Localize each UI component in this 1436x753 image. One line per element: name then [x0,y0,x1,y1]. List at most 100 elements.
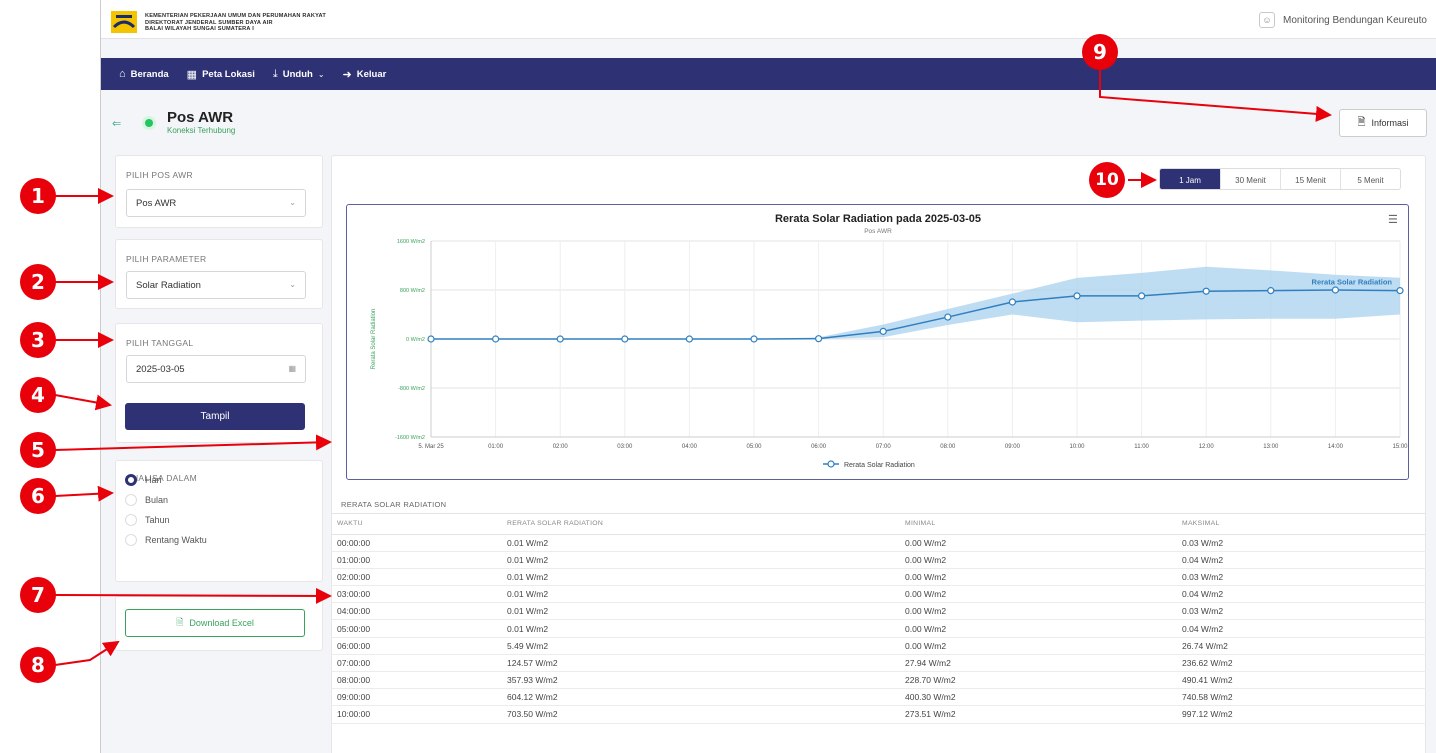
page-title: Pos AWR [167,109,234,126]
user-menu[interactable]: ☺ Monitoring Bendungan Keureuto [1259,12,1427,28]
data-point [1396,287,1404,295]
table-row: 08:00:00 357.93 W/m2 228.70 W/m2 490.41 W/m… [331,671,1426,690]
radio-button[interactable] [125,514,137,526]
table-cell: 997.12 W/m2 [1176,705,1426,724]
table-header-row: WAKTU RERATA SOLAR RADIATION MINIMAL MAK… [331,514,1426,535]
informasi-label: Informasi [1371,118,1409,128]
nav-peta-lokasi[interactable]: ▦ Peta Lokasi [187,68,255,81]
hamburger-menu-icon[interactable]: ☰ [1388,213,1398,226]
download-icon: ⤓ [272,67,278,80]
data-point [1202,287,1210,295]
calendar-icon: ▦ [288,364,296,373]
user-label: Monitoring Bendungan Keureuto [1283,14,1427,26]
y-axis-label: Rerata Solar Radiation [371,309,377,370]
table-cell: 0.00 W/m2 [899,602,1176,621]
table-cell: 07:00:00 [331,654,501,673]
radio-bulan[interactable]: Bulan [125,494,168,506]
radio-label: Rentang Waktu [145,535,207,545]
nav-keluar[interactable]: ➜ Keluar [343,68,387,81]
table-cell: 27.94 W/m2 [899,654,1176,673]
data-point [685,335,693,343]
legend-marker [827,460,835,468]
radio-hari[interactable]: Hari [125,474,162,486]
data-point [815,335,823,343]
x-tick-label: 5. Mar 25 [418,444,444,450]
data-point [879,327,887,335]
table-cell: 0.01 W/m2 [501,568,899,587]
table-cell: 490.41 W/m2 [1176,671,1426,690]
table-cell: 05:00:00 [331,619,501,638]
column-header: RERATA SOLAR RADIATION [501,514,899,535]
date-value: 2025-03-05 [136,364,185,375]
chevron-down-icon: ⌄ [317,69,325,79]
chart-panel: Rerata Solar Radiation pada 2025-03-05 Po… [346,204,1409,480]
x-tick-label: 10:00 [1069,444,1085,450]
interval-1-jam[interactable]: 1 Jam [1160,169,1220,189]
parameter-value: Solar Radiation [136,280,201,291]
table-cell: 357.93 W/m2 [501,671,899,690]
table-cell: 0.04 W/m2 [1176,551,1426,569]
nav-label: Keluar [356,68,387,80]
informasi-button[interactable]: 🗎 Informasi [1339,109,1427,137]
table-cell: 0.01 W/m2 [501,602,899,621]
table-cell: 00:00:00 [331,534,501,552]
table-cell: 09:00:00 [331,688,501,707]
parameter-select[interactable]: Solar Radiation ⌄ [126,271,306,299]
interval-15-menit[interactable]: 15 Menit [1280,169,1340,189]
x-tick-label: 05:00 [746,444,762,450]
data-point [556,335,564,343]
logout-icon: ➜ [342,68,352,81]
table-cell: 273.51 W/m2 [899,705,1176,724]
annotation-badge-9: 9 [1082,34,1118,70]
download-excel-button[interactable]: 🗎 Download Excel [125,609,305,637]
pos-awr-label: PILIH POS AWR [126,170,193,180]
org-line-1: KEMENTERIAN PEKERJAAN UMUM DAN PERUMAHAN… [145,13,326,19]
solar-radiation-table: WAKTU RERATA SOLAR RADIATION MINIMAL MAK… [331,514,1426,724]
table-row: 00:00:00 0.01 W/m2 0.00 W/m2 0.03 W/m2 [331,534,1426,552]
nav-label: Beranda [130,68,169,80]
nav-beranda[interactable]: ⌂ Beranda [119,68,169,80]
radio-tahun[interactable]: Tahun [125,514,170,526]
table-cell: 5.49 W/m2 [501,637,899,655]
interval-30-menit[interactable]: 30 Menit [1220,169,1280,189]
table-cell: 400.30 W/m2 [899,688,1176,707]
radio-button[interactable] [125,534,137,546]
table-cell: 01:00:00 [331,551,501,569]
legend-label: Rerata Solar Radiation [844,462,915,469]
download-label: Download Excel [189,618,254,628]
main-nav: ⌂ Beranda ▦ Peta Lokasi ⤓ Unduh ⌄ ➜ Keluar [101,58,1436,90]
org-line-2: DIREKTORAT JENDERAL SUMBER DAYA AIR [145,19,273,26]
column-header: MINIMAL [899,514,1176,535]
connection-status-text: Koneksi Terhubung [167,126,236,135]
y-tick-label: 0 W/m2 [406,337,425,343]
table-row: 03:00:00 0.01 W/m2 0.00 W/m2 0.04 W/m2 [331,585,1426,604]
series-end-label: Rerata Solar Radiation [1312,278,1393,287]
table-cell: 02:00:00 [331,568,501,587]
column-header: MAKSIMAL [1176,514,1426,535]
table-cell: 26.74 W/m2 [1176,637,1426,655]
nav-unduh[interactable]: ⤓ Unduh ⌄ [273,68,325,81]
interval-toggle: 1 Jam 30 Menit 15 Menit 5 Menit [1159,168,1401,190]
user-icon: ☺ [1259,12,1275,28]
data-point [750,335,758,343]
data-point [492,335,500,343]
tampil-button[interactable]: Tampil [125,403,305,430]
table-row: 04:00:00 0.01 W/m2 0.00 W/m2 0.03 W/m2 [331,602,1426,621]
interval-5-menit[interactable]: 5 Menit [1340,169,1400,189]
table-cell: 0.01 W/m2 [501,619,899,638]
back-arrow-icon[interactable]: ⇐ [112,117,121,130]
organization-name: KEMENTERIAN PEKERJAAN UMUM DAN PERUMAHAN… [145,13,326,33]
table-cell: 0.04 W/m2 [1176,619,1426,638]
radio-button[interactable] [125,494,137,506]
annotation-badge-5: 5 [20,432,56,468]
radio-rentang-waktu[interactable]: Rentang Waktu [125,534,207,546]
map-icon: ▦ [186,68,198,81]
table-cell: 0.01 W/m2 [501,534,899,552]
annotation-badge-8: 8 [20,647,56,683]
date-field[interactable]: 2025-03-05 ▦ [126,355,306,383]
pos-awr-select[interactable]: Pos AWR ⌄ [126,189,306,217]
pos-awr-panel: PILIH POS AWR Pos AWR ⌄ [115,155,323,228]
x-tick-label: 13:00 [1263,444,1279,450]
radio-button[interactable] [125,474,137,486]
x-tick-label: 02:00 [553,444,569,450]
